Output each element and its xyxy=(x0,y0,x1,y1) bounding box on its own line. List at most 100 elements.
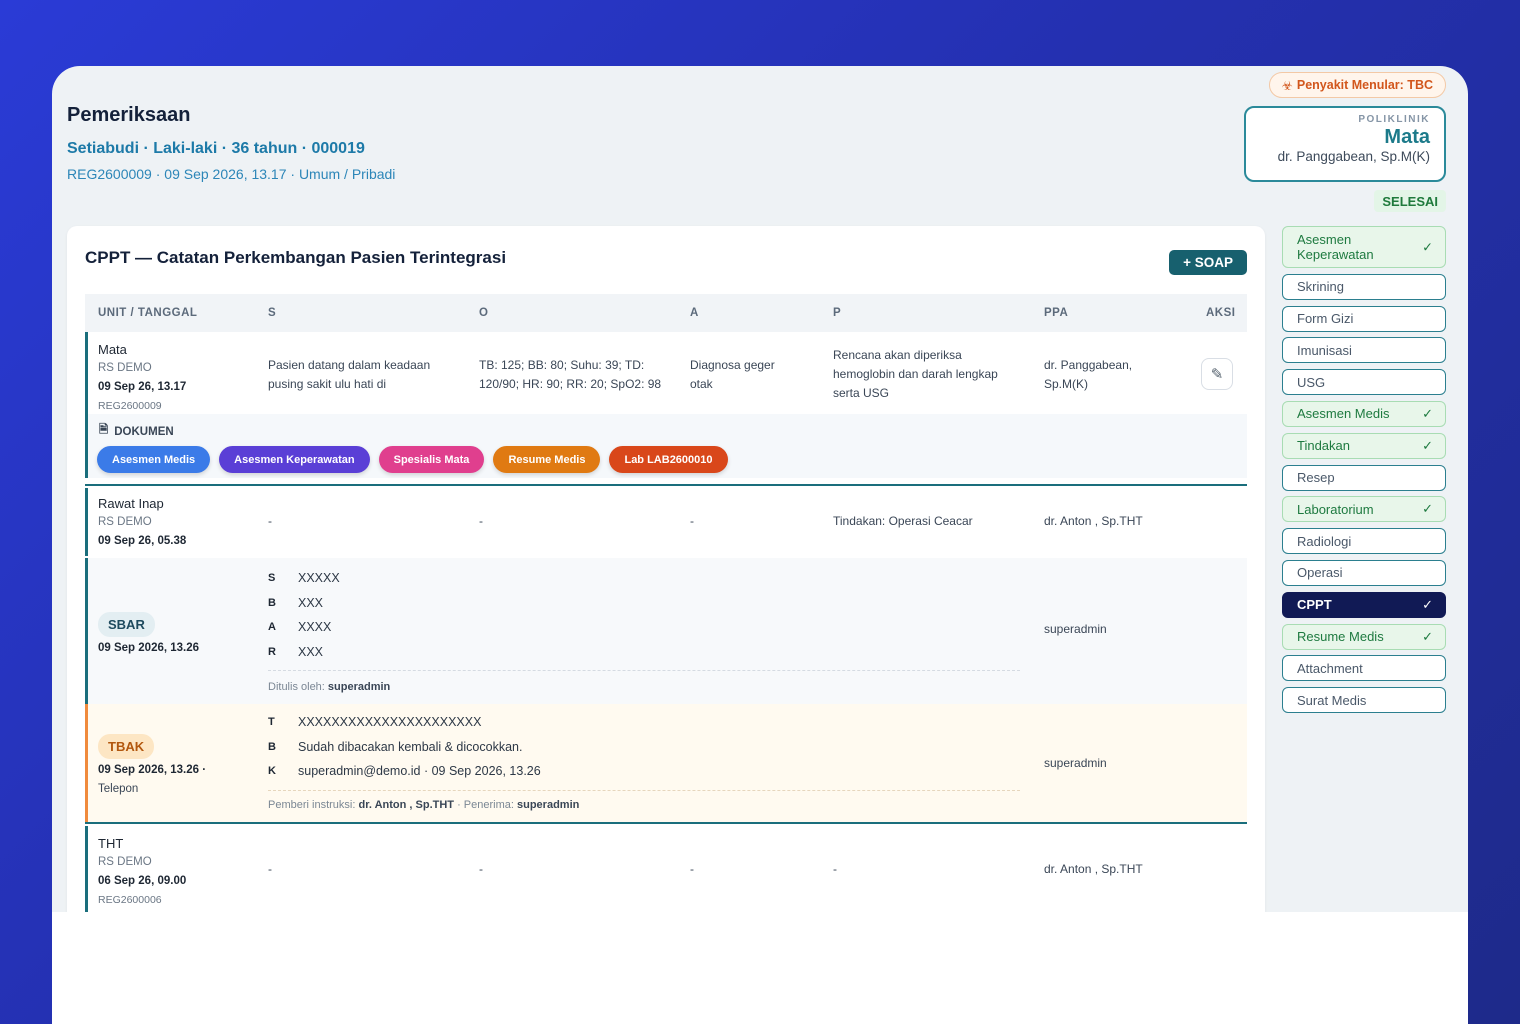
sidebar-item-label: Asesmen Keperawatan xyxy=(1297,232,1374,262)
edit-button[interactable]: ✎ xyxy=(1201,358,1233,390)
subjective-cell: - xyxy=(268,862,272,876)
plan-cell: - xyxy=(833,862,837,876)
check-icon: ✓ xyxy=(1422,437,1433,453)
written-author: superadmin xyxy=(327,681,391,693)
sbar-row: SBAR 09 Sep 2026, 13.26 S XXXXX B XXX A XXX… xyxy=(85,558,1247,704)
sbar-written-by: Ditulis oleh: superadmin xyxy=(268,670,1020,693)
sidebar-item-asesmen-medis[interactable]: Asesmen Medis ✓ xyxy=(1282,400,1446,427)
check-icon: ✓ xyxy=(1422,405,1433,421)
receiver-name: superadmin xyxy=(517,798,580,811)
sbar-key: A xyxy=(268,621,276,634)
sidebar-item-form-gizi[interactable]: Form Gizi xyxy=(1282,305,1446,332)
doc-pill-asesmen-medis[interactable]: Asesmen Medis xyxy=(97,446,211,473)
documents-section: 🗎 DOKUMEN Asesmen Medis Asesmen Keperawa… xyxy=(85,414,1247,478)
sidebar-item-label: Surat Medis xyxy=(1297,692,1367,708)
row-divider xyxy=(85,822,1247,824)
sbar-key: R xyxy=(268,645,276,658)
tbak-item-t: T XXXXXXXXXXXXXXXXXXXXXX xyxy=(268,710,1020,735)
row-accent xyxy=(85,332,88,418)
ppa-cell: superadmin xyxy=(1044,756,1107,770)
objective-cell: TB: 125; BB: 80; Suhu: 39; TD: 120/90; H… xyxy=(479,358,662,391)
add-soap-button[interactable]: + SOAP xyxy=(1169,250,1247,275)
unit-reg: REG2600006 xyxy=(98,894,162,906)
document-icon: 🗎 xyxy=(99,424,109,436)
sidebar-item-imunisasi[interactable]: Imunisasi xyxy=(1282,337,1446,364)
sidebar-item-label: Laboratorium xyxy=(1297,501,1374,517)
doc-pill-lab[interactable]: Lab LAB2600010 xyxy=(609,446,728,473)
col-header-o: O xyxy=(479,307,489,319)
tbak-date: 09 Sep 2026, 13.26 · xyxy=(98,764,207,776)
row-accent xyxy=(85,558,88,704)
sbar-item-b: B XXX xyxy=(268,591,1020,616)
sbar-value: XXXXX xyxy=(298,571,340,586)
row-divider xyxy=(85,484,1247,486)
col-header-unit: UNIT / TANGGAL xyxy=(98,307,198,319)
sidebar-item-label: Resume Medis xyxy=(1297,629,1384,645)
sbar-value: XXXX xyxy=(298,620,332,635)
tbak-key: B xyxy=(268,740,276,753)
ppa-cell: dr. Anton , Sp.THT xyxy=(1044,862,1143,876)
poliklinik-card: POLIKLINIK Mata dr. Panggabean, Sp.M(K) xyxy=(1244,106,1446,182)
sidebar-item-attachment[interactable]: Attachment xyxy=(1282,655,1446,682)
tbak-item-k: Ksuperadmin@demo.id · 09 Sep 2026, 13.26 xyxy=(268,759,1020,784)
document-pills: Asesmen Medis Asesmen Keperawatan Spesia… xyxy=(97,446,728,473)
doc-pill-resume-medis[interactable]: Resume Medis xyxy=(493,446,601,473)
documents-label: 🗎 DOKUMEN xyxy=(99,422,174,441)
table-header: UNIT / TANGGAL S O A P PPA AKSI xyxy=(85,294,1247,332)
sidebar-item-usg[interactable]: USG xyxy=(1282,369,1446,396)
poliklinik-label: POLIKLINIK xyxy=(1358,114,1430,125)
sidebar-item-label: Tindakan xyxy=(1297,438,1350,454)
assessment-cell: - xyxy=(690,514,694,528)
doc-pill-spesialis-mata[interactable]: Spesialis Mata xyxy=(378,446,485,473)
check-icon: ✓ xyxy=(1422,596,1433,612)
tbak-value: XXXXXXXXXXXXXXXXXXXXXX xyxy=(298,715,482,730)
sidebar-item-resume-medis[interactable]: Resume Medis ✓ xyxy=(1282,623,1446,650)
col-header-s: S xyxy=(268,307,277,319)
row-accent xyxy=(85,488,88,556)
tbak-key: T xyxy=(268,716,275,729)
table-row: Rawat Inap RS DEMO 09 Sep 26, 05.38 - - … xyxy=(85,488,1247,556)
infectious-disease-badge: ☣ Penyakit Menular: TBC xyxy=(1268,72,1446,98)
subjective-cell: Pasien datang dalam keadaan pusing sakit… xyxy=(268,358,431,391)
sbar-item-s: S XXXXX xyxy=(268,566,1020,591)
unit-cell: Rawat Inap RS DEMO 09 Sep 26, 05.38 xyxy=(98,494,258,551)
sbar-date: 09 Sep 2026, 13.26 xyxy=(98,642,200,654)
sbar-item-a: A XXXX xyxy=(268,615,1020,640)
assessment-cell: - xyxy=(690,862,694,876)
tbak-key: K xyxy=(268,765,276,778)
sidebar-item-radiologi[interactable]: Radiologi xyxy=(1282,528,1446,555)
subjective-cell: - xyxy=(268,514,272,528)
app-window: Pemeriksaan Setiabudi · Laki-laki · 36 t… xyxy=(52,66,1468,912)
sidebar-item-resep[interactable]: Resep xyxy=(1282,464,1446,491)
unit-cell: THT RS DEMO 06 Sep 26, 09.00 REG2600006 xyxy=(98,834,258,910)
sidebar-item-operasi[interactable]: Operasi xyxy=(1282,559,1446,586)
documents-title: DOKUMEN xyxy=(114,425,174,438)
unit-date: 09 Sep 26, 05.38 xyxy=(98,535,187,547)
sbar-key: B xyxy=(268,596,276,609)
sidebar-item-tindakan[interactable]: Tindakan ✓ xyxy=(1282,432,1446,459)
doc-pill-asesmen-keperawatan[interactable]: Asesmen Keperawatan xyxy=(219,446,370,473)
tbak-instruction-info: Pemberi instruksi: dr. Anton , Sp.THT · … xyxy=(268,789,1020,811)
patient-identity: Setiabudi · Laki-laki · 36 tahun · 00001… xyxy=(67,140,365,157)
receiver-prefix: · Penerima: xyxy=(457,798,514,811)
unit-name: THT xyxy=(98,836,124,851)
sidebar-item-label: Skrining xyxy=(1297,279,1344,295)
poliklinik-name: Mata xyxy=(1384,126,1430,148)
sidebar-item-label: Resep xyxy=(1297,470,1335,486)
sidebar-item-laboratorium[interactable]: Laboratorium ✓ xyxy=(1282,496,1446,523)
sidebar-item-asesmen-keperawatan[interactable]: Asesmen Keperawatan ✓ xyxy=(1282,226,1446,268)
biohazard-icon: ☣ xyxy=(1281,78,1293,93)
sidebar-item-cppt[interactable]: CPPT ✓ xyxy=(1282,591,1446,618)
instruction-prefix: Pemberi instruksi: xyxy=(268,798,356,811)
objective-cell: - xyxy=(479,862,483,876)
sidebar-item-skrining[interactable]: Skrining xyxy=(1282,273,1446,300)
tbak-row: TBAK 09 Sep 2026, 13.26 · Telepon T XXXXX… xyxy=(85,704,1247,822)
unit-site: RS DEMO xyxy=(98,516,152,528)
page-title: Pemeriksaan xyxy=(67,104,191,126)
unit-site: RS DEMO xyxy=(98,362,152,374)
sidebar-item-surat-medis[interactable]: Surat Medis xyxy=(1282,687,1446,714)
sidebar-item-label: CPPT xyxy=(1297,597,1332,613)
table-row: THT RS DEMO 06 Sep 26, 09.00 REG2600006 … xyxy=(85,826,1247,912)
unit-name: Mata xyxy=(98,342,127,357)
sidebar-item-label: Form Gizi xyxy=(1297,311,1354,327)
